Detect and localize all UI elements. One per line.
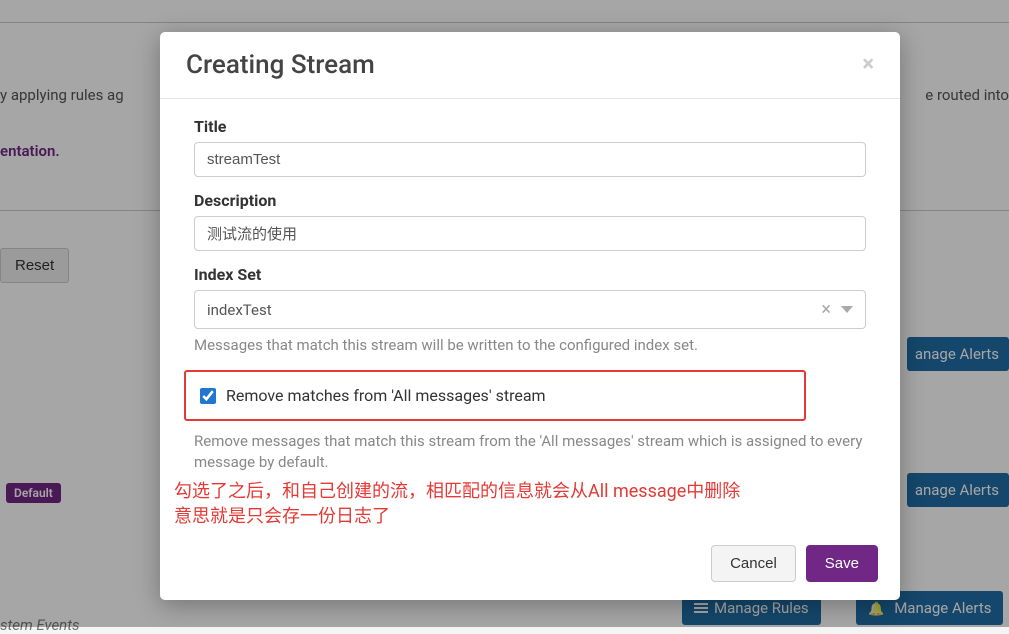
title-input[interactable] (194, 142, 866, 177)
remove-checkbox-highlight: Remove matches from 'All messages' strea… (184, 370, 806, 421)
modal-header: Creating Stream × (160, 32, 900, 99)
title-label: Title (194, 117, 866, 136)
remove-help: Remove messages that match this stream f… (194, 431, 866, 473)
annotation-text: 勾选了之后，和自己创建的流，相匹配的信息就会从All message中删除 意思… (174, 479, 866, 529)
chevron-down-icon[interactable] (841, 306, 853, 313)
clear-select-icon[interactable]: × (821, 299, 831, 320)
description-input[interactable] (194, 216, 866, 251)
save-button[interactable]: Save (806, 545, 878, 582)
remove-matches-label: Remove matches from 'All messages' strea… (226, 386, 546, 405)
cancel-button[interactable]: Cancel (711, 545, 796, 582)
indexset-label: Index Set (194, 265, 866, 284)
remove-matches-checkbox[interactable] (200, 388, 216, 404)
indexset-select[interactable]: indexTest × (194, 290, 866, 329)
modal-footer: Cancel Save (160, 535, 900, 600)
modal-title: Creating Stream (186, 50, 375, 80)
indexset-value: indexTest (207, 301, 272, 319)
modal-body: Title Description Index Set indexTest × … (160, 99, 900, 535)
indexset-help: Messages that match this stream will be … (194, 335, 866, 356)
create-stream-modal: Creating Stream × Title Description Inde… (160, 32, 900, 600)
description-label: Description (194, 191, 866, 210)
close-icon[interactable]: × (862, 54, 874, 76)
